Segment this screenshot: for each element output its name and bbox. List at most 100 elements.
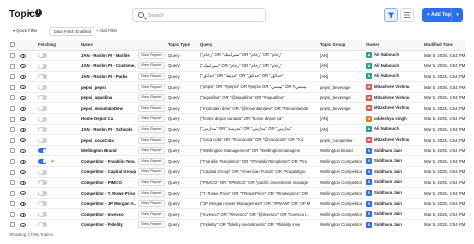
eye-icon[interactable] bbox=[20, 180, 26, 185]
row-checkbox[interactable] bbox=[10, 148, 15, 154]
eye-icon[interactable] bbox=[20, 212, 26, 217]
fetching-toggle[interactable] bbox=[38, 52, 47, 58]
quick-filter-chip[interactable]: ▾ Quick Filter bbox=[9, 27, 42, 36]
col-owner[interactable]: Owner bbox=[364, 40, 422, 51]
row-checkbox[interactable] bbox=[10, 201, 15, 207]
view-report-button[interactable]: View Report bbox=[138, 200, 165, 208]
table-row[interactable]: Competitor - JP Morgan A... View Report Qu… bbox=[8, 198, 466, 210]
eye-icon[interactable] bbox=[20, 159, 26, 164]
table-row[interactable]: ▲ Competitor - Franklin Tem... View Report… bbox=[8, 155, 466, 168]
view-report-button[interactable]: View Report bbox=[138, 51, 165, 59]
table-row[interactable]: Wellington Brand View Report Query ("Wellin… bbox=[8, 145, 466, 157]
table-row[interactable]: Competitor - T. Rowe Price View Report Que… bbox=[8, 187, 466, 199]
fetching-toggle[interactable] bbox=[38, 105, 47, 111]
row-checkbox[interactable] bbox=[10, 190, 15, 196]
fetching-toggle[interactable] bbox=[38, 116, 47, 122]
chevron-down-icon[interactable]: ▾ bbox=[28, 10, 31, 17]
eye-icon[interactable] bbox=[20, 149, 26, 153]
view-report-button[interactable]: View Report bbox=[138, 221, 165, 229]
eye-icon[interactable] bbox=[20, 106, 26, 111]
col-topic-type[interactable]: Topic Type bbox=[166, 40, 198, 51]
topic-name[interactable]: pepsi_cocaCola bbox=[79, 134, 136, 146]
table-row[interactable]: pepsi_pepsi View Report Query ("pepsi" OR "… bbox=[8, 81, 466, 93]
eye-icon[interactable] bbox=[20, 64, 26, 69]
add-topic-dropdown-button[interactable]: ▾ bbox=[451, 8, 463, 22]
view-report-button[interactable]: View Report bbox=[138, 136, 165, 144]
topic-name[interactable]: Competitor - Capital Group bbox=[79, 166, 136, 178]
topic-name[interactable]: pepsi_aquafina bbox=[79, 92, 136, 104]
eye-icon[interactable] bbox=[20, 96, 26, 101]
eye-icon[interactable] bbox=[20, 74, 26, 79]
table-row[interactable]: Competitor - PIMCO View Report Query ("PIMC… bbox=[8, 177, 466, 189]
info-icon[interactable]: i bbox=[35, 9, 42, 16]
col-modified-time[interactable]: Modified Time bbox=[422, 40, 466, 51]
fetching-toggle[interactable] bbox=[38, 74, 47, 80]
fetching-toggle[interactable] bbox=[38, 84, 47, 90]
view-report-button[interactable]: View Report bbox=[138, 104, 165, 112]
eye-icon[interactable] bbox=[20, 127, 26, 132]
topic-name[interactable]: JAN - Roshn PI - Schools bbox=[79, 124, 136, 136]
row-checkbox[interactable] bbox=[10, 158, 15, 164]
view-report-button[interactable]: View Report bbox=[138, 94, 165, 102]
row-checkbox[interactable] bbox=[10, 137, 15, 143]
table-row[interactable]: pepsi_mountainDew View Report Query ("mount… bbox=[8, 102, 466, 115]
view-report-button[interactable]: View Report bbox=[138, 210, 165, 218]
view-report-button[interactable]: View Report bbox=[138, 115, 165, 123]
topic-name[interactable]: Competitor - Franklin Tem... bbox=[79, 155, 136, 168]
col-topic-group[interactable]: Topic Group bbox=[318, 40, 364, 51]
table-row[interactable]: pepsi_cocaCola View Report Query ("coca col… bbox=[8, 134, 466, 146]
table-row[interactable]: JAN - Roshn PI - Marble View Report Query(… bbox=[8, 50, 466, 62]
select-all-checkbox[interactable] bbox=[10, 42, 15, 48]
view-report-button[interactable]: View Report bbox=[138, 168, 165, 176]
table-row[interactable]: JAN - Roshn PI - Parks View Report Query ("… bbox=[8, 71, 466, 83]
row-checkbox[interactable] bbox=[10, 84, 15, 90]
view-report-button[interactable]: View Report bbox=[138, 72, 165, 80]
fetching-toggle[interactable] bbox=[38, 222, 47, 228]
eye-icon[interactable] bbox=[20, 138, 26, 143]
row-checkbox[interactable] bbox=[10, 180, 15, 186]
add-filter-button[interactable]: + Add Filter bbox=[92, 27, 122, 36]
topic-name[interactable]: JAN - Roshn PI - Parks bbox=[79, 71, 136, 83]
row-checkbox[interactable] bbox=[10, 95, 15, 101]
row-checkbox[interactable] bbox=[10, 52, 15, 58]
filter-button[interactable] bbox=[384, 8, 398, 22]
topic-name[interactable]: JAN - Roshn PI - Marble bbox=[79, 50, 136, 62]
row-checkbox[interactable] bbox=[10, 63, 15, 69]
col-name[interactable]: Name bbox=[79, 40, 136, 51]
table-row[interactable]: Competitor - Fidelity View Report Query ("F… bbox=[8, 219, 466, 230]
topic-name[interactable]: Competitor - PIMCO bbox=[79, 177, 136, 189]
fetching-toggle[interactable] bbox=[38, 137, 47, 143]
table-row[interactable]: Home Depot Ca View Report Query ("home depo… bbox=[8, 113, 466, 125]
fetching-toggle[interactable] bbox=[38, 63, 47, 69]
fetching-toggle[interactable] bbox=[38, 158, 47, 164]
topic-name[interactable]: JAN - Roshn PI - Custome... bbox=[79, 60, 136, 72]
view-report-button[interactable]: View Report bbox=[138, 125, 165, 133]
topic-name[interactable]: pepsi_mountainDew bbox=[79, 102, 136, 115]
table-row[interactable]: JAN - Roshn PI - Custome... View Report Qu… bbox=[8, 60, 466, 72]
fetching-toggle[interactable] bbox=[38, 201, 47, 207]
fetching-toggle[interactable] bbox=[38, 127, 47, 133]
view-report-button[interactable]: View Report bbox=[138, 157, 165, 165]
topic-name[interactable]: Competitor - T. Rowe Price bbox=[79, 187, 136, 199]
topic-name[interactable]: Competitor - Fidelity bbox=[79, 219, 136, 230]
fetching-toggle[interactable] bbox=[38, 211, 47, 217]
row-checkbox[interactable] bbox=[10, 105, 15, 111]
col-fetching[interactable]: Fetching bbox=[36, 40, 79, 51]
view-report-button[interactable]: View Report bbox=[138, 178, 165, 186]
fetching-toggle[interactable] bbox=[38, 169, 47, 175]
search-input[interactable] bbox=[148, 11, 258, 20]
eye-icon[interactable] bbox=[20, 223, 26, 228]
topic-name[interactable]: Competitor - JP Morgan A... bbox=[79, 198, 136, 210]
topic-name[interactable]: pepsi_pepsi bbox=[79, 81, 136, 93]
row-checkbox[interactable] bbox=[10, 74, 15, 80]
fetching-toggle[interactable] bbox=[38, 148, 47, 154]
columns-button[interactable] bbox=[400, 8, 414, 22]
row-checkbox[interactable] bbox=[10, 169, 15, 175]
view-report-button[interactable]: View Report bbox=[138, 62, 165, 70]
view-report-button[interactable]: View Report bbox=[138, 147, 165, 155]
topic-name[interactable]: Wellington Brand bbox=[79, 145, 136, 157]
fetching-toggle[interactable] bbox=[38, 190, 47, 196]
row-checkbox[interactable] bbox=[10, 116, 15, 122]
row-checkbox[interactable] bbox=[10, 222, 15, 228]
topic-name[interactable]: Competitor - Invesco bbox=[79, 208, 136, 220]
